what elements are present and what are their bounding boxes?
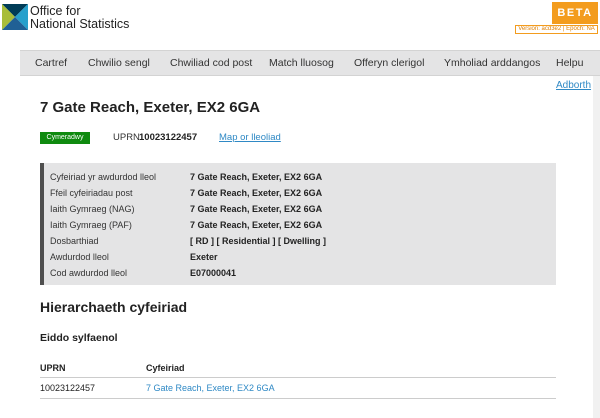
- detail-row: Cyfeiriad yr awdurdod lleol 7 Gate Reach…: [50, 172, 550, 186]
- column-header-address: Cyfeiriad: [146, 363, 185, 373]
- address-details-panel: Cyfeiriad yr awdurdod lleol 7 Gate Reach…: [40, 163, 556, 285]
- detail-row: Awdurdod lleol Exeter: [50, 252, 550, 266]
- nav-item-chwilio-sengl[interactable]: Chwilio sengl: [88, 51, 150, 75]
- feedback-link[interactable]: Adborth: [556, 80, 591, 91]
- table-row-divider: [40, 398, 556, 399]
- cell-uprn: 10023122457: [40, 383, 96, 393]
- nav-item-ymholiad-arddangos[interactable]: Ymholiad arddangos: [444, 51, 540, 75]
- detail-label: Iaith Gymraeg (PAF): [50, 220, 132, 230]
- logo-line-2: National Statistics: [30, 17, 130, 31]
- map-link[interactable]: Map or lleoliad: [219, 132, 281, 143]
- detail-label: Iaith Gymraeg (NAG): [50, 204, 135, 214]
- detail-label: Cod awdurdod lleol: [50, 268, 128, 278]
- detail-row: Iaith Gymraeg (NAG) 7 Gate Reach, Exeter…: [50, 204, 550, 218]
- nav-item-chwiliad-cod-post[interactable]: Chwiliad cod post: [170, 51, 252, 75]
- detail-value: 7 Gate Reach, Exeter, EX2 6GA: [190, 188, 323, 198]
- column-header-uprn: UPRN: [40, 363, 66, 373]
- detail-row: Ffeil cyfeiriadau post 7 Gate Reach, Exe…: [50, 188, 550, 202]
- site-header: Office for National Statistics BETA Vers…: [0, 0, 600, 50]
- table-row: 10023122457 7 Gate Reach, Exeter, EX2 6G…: [40, 378, 556, 398]
- uprn-label: UPRN: [113, 132, 140, 143]
- nav-item-cartref[interactable]: Cartref: [35, 51, 67, 75]
- hierarchy-title: Hierarchaeth cyfeiriad: [40, 299, 188, 315]
- detail-value: [ RD ] [ Residential ] [ Dwelling ]: [190, 236, 327, 246]
- status-badge: Cymeradwy: [40, 132, 90, 144]
- detail-row: Iaith Gymraeg (PAF) 7 Gate Reach, Exeter…: [50, 220, 550, 234]
- nav-item-offeryn-clerigol[interactable]: Offeryn clerigol: [354, 51, 424, 75]
- detail-label: Dosbarthiad: [50, 236, 99, 246]
- detail-value: E07000041: [190, 268, 237, 278]
- cell-address-link[interactable]: 7 Gate Reach, Exeter, EX2 6GA: [146, 383, 275, 393]
- version-text: Version: acd3e2 | Epoch: NA: [515, 25, 598, 34]
- beta-badge: BETA: [552, 2, 598, 24]
- detail-value: 7 Gate Reach, Exeter, EX2 6GA: [190, 220, 323, 230]
- detail-label: Ffeil cyfeiriadau post: [50, 188, 133, 198]
- detail-value: 7 Gate Reach, Exeter, EX2 6GA: [190, 172, 323, 182]
- detail-label: Cyfeiriad yr awdurdod lleol: [50, 172, 157, 182]
- detail-value: 7 Gate Reach, Exeter, EX2 6GA: [190, 204, 323, 214]
- page-title: 7 Gate Reach, Exeter, EX2 6GA: [40, 99, 261, 116]
- ons-logo-text[interactable]: Office for National Statistics: [30, 5, 129, 31]
- detail-label: Awdurdod lleol: [50, 252, 109, 262]
- ons-logo-icon[interactable]: [2, 4, 28, 30]
- main-nav: Cartref Chwilio sengl Chwiliad cod post …: [20, 50, 600, 76]
- hierarchy-subtitle: Eiddo sylfaenol: [40, 332, 118, 344]
- nav-item-helpu[interactable]: Helpu: [556, 51, 583, 75]
- detail-row: Dosbarthiad [ RD ] [ Residential ] [ Dwe…: [50, 236, 550, 250]
- detail-value: Exeter: [190, 252, 218, 262]
- page-scrollbar[interactable]: [593, 76, 600, 418]
- detail-row: Cod awdurdod lleol E07000041: [50, 268, 550, 282]
- nav-item-match-lluosog[interactable]: Match lluosog: [269, 51, 334, 75]
- uprn-value: 10023122457: [139, 132, 198, 143]
